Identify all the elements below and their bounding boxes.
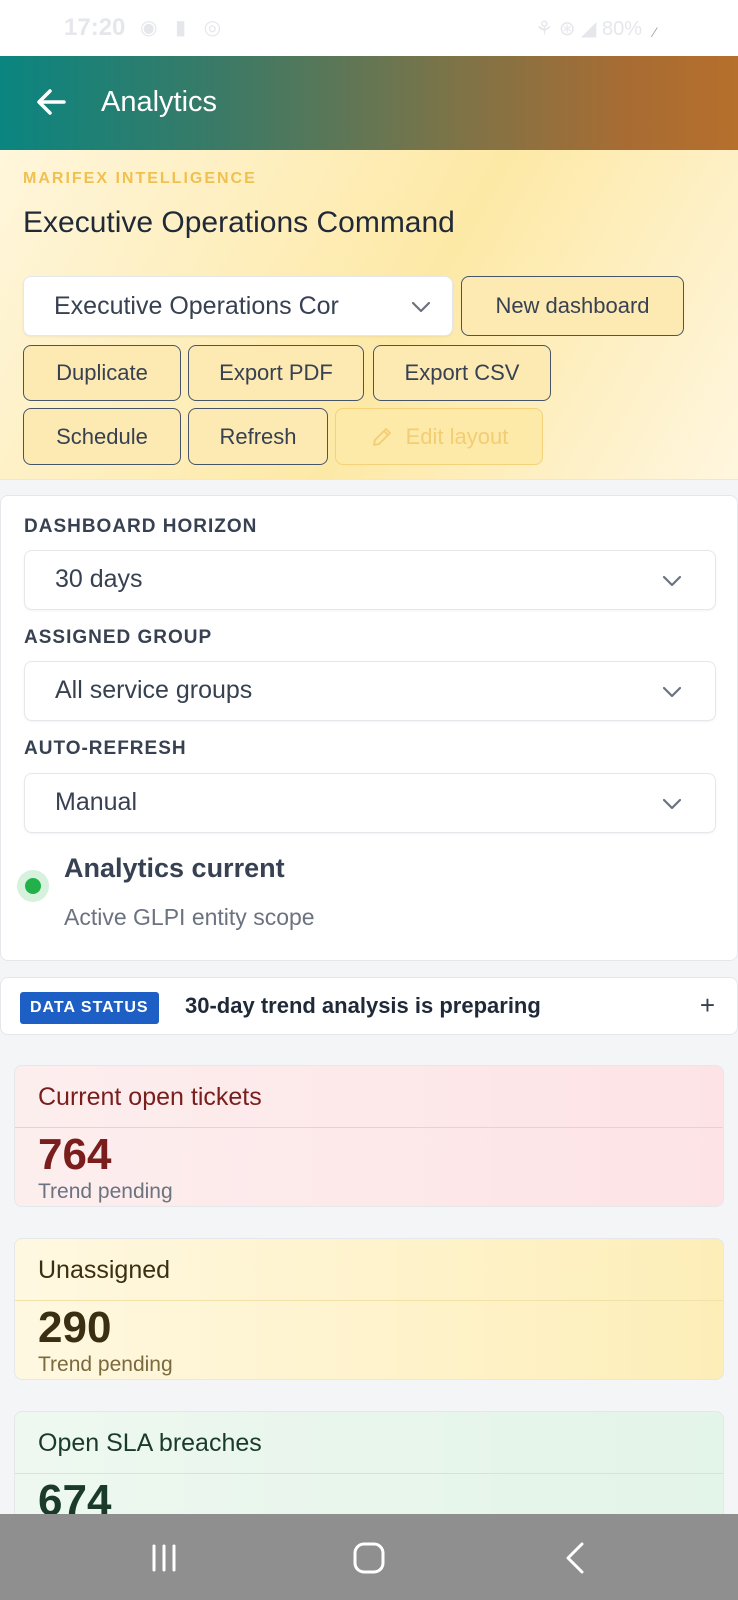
kpi-divider [15, 1127, 723, 1128]
page-title: Executive Operations Command [23, 206, 455, 239]
kpi-title: Unassigned [38, 1256, 171, 1284]
data-status-bar[interactable]: DATA STATUS 30-day trend analysis is pre… [0, 977, 738, 1035]
chevron-down-icon [411, 301, 431, 313]
auto-refresh-label: AUTO-REFRESH [24, 738, 187, 759]
refresh-button[interactable]: Refresh [188, 408, 328, 465]
dashboard-select-value: Executive Operations Cor [54, 292, 339, 320]
export-pdf-button[interactable]: Export PDF [188, 345, 364, 401]
schedule-button[interactable]: Schedule [23, 408, 181, 465]
home-icon [353, 1542, 385, 1574]
auto-refresh-value: Manual [55, 788, 137, 816]
back-button[interactable] [30, 80, 74, 124]
analytics-status-subtitle: Active GLPI entity scope [64, 904, 315, 930]
kpi-value: 290 [38, 1303, 112, 1352]
dashboard-select[interactable]: Executive Operations Cor [23, 276, 453, 336]
pencil-icon [372, 427, 391, 446]
expand-plus-icon[interactable]: + [700, 990, 715, 1021]
status-bar: 17:20 ◉ ▮ ◎ ⚘ ⊛ ◢ 80% ⁄ [0, 0, 738, 56]
recent-apps-button[interactable] [142, 1536, 186, 1580]
export-csv-button[interactable]: Export CSV [373, 345, 551, 401]
analytics-status-title: Analytics current [64, 853, 285, 883]
app-bar: Analytics [0, 56, 738, 150]
system-navigation-bar [0, 1514, 738, 1600]
new-dashboard-button[interactable]: New dashboard [461, 276, 684, 336]
kpi-divider [15, 1300, 723, 1301]
chevron-down-icon [662, 575, 682, 587]
dashboard-header: MARIFEX INTELLIGENCE Executive Operation… [0, 150, 738, 480]
home-button[interactable] [347, 1536, 391, 1580]
group-select[interactable]: All service groups [24, 661, 716, 721]
group-value: All service groups [55, 676, 253, 704]
duplicate-button[interactable]: Duplicate [23, 345, 181, 401]
kpi-value: 764 [38, 1130, 112, 1179]
group-label: ASSIGNED GROUP [24, 627, 213, 648]
app-title: Analytics [101, 86, 218, 118]
horizon-select[interactable]: 30 days [24, 550, 716, 610]
back-nav-button[interactable] [554, 1536, 598, 1580]
notification-icons: ◉ ▮ ◎ [140, 17, 228, 39]
chevron-down-icon [662, 798, 682, 810]
system-indicators: ⚘ ⊛ ◢ 80% [535, 18, 642, 40]
chevron-left-icon [566, 1542, 584, 1574]
filters-panel: DASHBOARD HORIZON 30 days ASSIGNED GROUP… [0, 495, 738, 961]
kpi-divider [15, 1473, 723, 1474]
recent-apps-icon [152, 1544, 176, 1572]
horizon-label: DASHBOARD HORIZON [24, 516, 258, 537]
kpi-title: Current open tickets [38, 1083, 262, 1111]
brand-eyebrow: MARIFEX INTELLIGENCE [23, 170, 257, 187]
data-status-badge: DATA STATUS [20, 992, 159, 1024]
kpi-card-unassigned[interactable]: Unassigned 290 Trend pending [14, 1238, 724, 1380]
kpi-title: Open SLA breaches [38, 1429, 262, 1457]
edit-layout-button[interactable]: Edit layout [335, 408, 543, 465]
status-indicator-dot [17, 870, 49, 902]
horizon-value: 30 days [55, 565, 143, 593]
chevron-down-icon [662, 686, 682, 698]
arrow-left-icon [37, 89, 66, 115]
auto-refresh-select[interactable]: Manual [24, 773, 716, 833]
data-status-text: 30-day trend analysis is preparing [185, 993, 541, 1018]
status-time: 17:20 [64, 14, 126, 41]
status-tiny-mark: ⁄ [653, 24, 656, 40]
kpi-card-open-tickets[interactable]: Current open tickets 764 Trend pending [14, 1065, 724, 1207]
edit-layout-label: Edit layout [405, 423, 509, 449]
kpi-trend: Trend pending [38, 1180, 173, 1203]
kpi-trend: Trend pending [38, 1353, 173, 1376]
